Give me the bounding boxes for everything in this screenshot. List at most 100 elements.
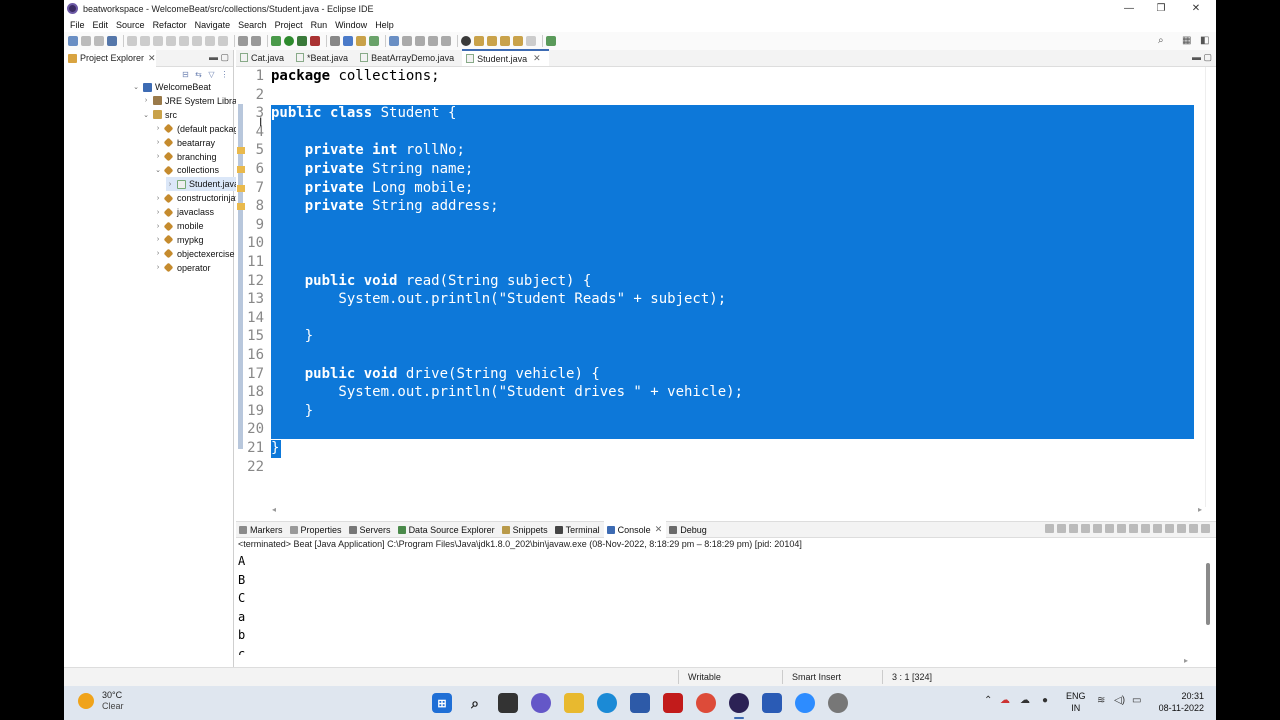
code-line[interactable]: 18 System.out.println("Student drives " … <box>236 383 743 401</box>
search-taskbar-icon[interactable]: ⌕ <box>465 693 485 713</box>
minimize-button[interactable]: — <box>1112 0 1146 17</box>
code-line[interactable]: 13 System.out.println("Student Reads" + … <box>236 290 726 308</box>
menu-source[interactable]: Source <box>116 20 145 30</box>
new-icon[interactable] <box>68 36 78 46</box>
warning-marker-icon[interactable] <box>237 147 245 155</box>
previous-annotation-icon[interactable] <box>487 36 497 46</box>
tab-cat-java[interactable]: Cat.java <box>236 49 292 66</box>
tab-data-source-explorer[interactable]: Data Source Explorer <box>395 521 499 538</box>
editor-view-controls-icon[interactable]: ▬ ▢ <box>1192 52 1212 63</box>
tree-item[interactable]: › mobile <box>154 219 204 233</box>
menu-search[interactable]: Search <box>238 20 267 30</box>
new-server-icon[interactable] <box>330 36 340 46</box>
chevron-right-icon[interactable]: › <box>154 223 162 230</box>
code-line[interactable]: 2 <box>236 86 271 104</box>
show-hidden-icons-icon[interactable]: ⌃ <box>984 695 992 706</box>
menu-window[interactable]: Window <box>335 20 367 30</box>
display-console-icon[interactable] <box>1153 524 1162 533</box>
chat-icon[interactable] <box>531 693 551 713</box>
suspend-icon[interactable] <box>153 36 163 46</box>
remove-all-icon[interactable] <box>1069 524 1078 533</box>
tree-item[interactable]: › operator <box>154 261 211 275</box>
remove-launch-icon[interactable] <box>1057 524 1066 533</box>
wifi-icon[interactable]: ≋ <box>1097 695 1105 706</box>
new-java-project-icon[interactable] <box>343 36 353 46</box>
eclipse-taskbar-icon[interactable] <box>729 693 749 713</box>
next-annotation-icon[interactable] <box>474 36 484 46</box>
chevron-right-icon[interactable]: › <box>154 139 162 146</box>
code-line[interactable]: 15 } <box>236 327 313 345</box>
project-explorer-tab[interactable]: Project Explorer ✕ <box>64 49 156 67</box>
filter-icon[interactable]: ▽ <box>207 70 216 79</box>
scroll-lock-icon[interactable] <box>1093 524 1102 533</box>
chevron-right-icon[interactable]: › <box>154 250 162 257</box>
tree-item[interactable]: › Student.java <box>166 177 240 192</box>
chevron-right-icon[interactable]: › <box>154 125 162 132</box>
tab-student-java[interactable]: Student.java ✕ <box>462 49 549 66</box>
skip-breakpoints-icon[interactable] <box>127 36 137 46</box>
code-line[interactable]: 17 public void drive(String vehicle) { <box>236 365 600 383</box>
chevron-right-icon[interactable]: › <box>154 236 162 243</box>
open-perspective-icon[interactable]: ▦ <box>1182 35 1191 46</box>
tree-item[interactable]: ⌄ collections <box>154 163 219 177</box>
forward-icon[interactable] <box>526 36 536 46</box>
close-icon[interactable]: ✕ <box>148 53 156 64</box>
pin-editor-icon[interactable] <box>546 36 556 46</box>
open-type-icon[interactable] <box>389 36 399 46</box>
windows-start-icon[interactable]: ⊞ <box>432 693 452 713</box>
save-all-icon[interactable] <box>94 36 104 46</box>
tab-markers[interactable]: Markers <box>236 521 287 538</box>
tree-item[interactable]: › beatarray <box>154 136 215 150</box>
language-indicator[interactable]: ENG IN <box>1066 690 1086 714</box>
collapse-all-icon[interactable]: ⊟ <box>181 70 190 79</box>
word-wrap-icon[interactable] <box>1105 524 1114 533</box>
tab-properties[interactable]: Properties <box>287 521 346 538</box>
tree-item[interactable]: › mypkg <box>154 233 204 247</box>
battery-icon[interactable]: ▭ <box>1132 695 1141 706</box>
tree-item[interactable]: › javaclass <box>154 205 214 219</box>
open-console-icon[interactable] <box>1165 524 1174 533</box>
tab-beatarraydemo-java[interactable]: BeatArrayDemo.java <box>356 49 462 66</box>
globe-icon[interactable] <box>461 36 471 46</box>
code-line[interactable]: 6 private String name; <box>236 160 474 178</box>
terminate-icon[interactable] <box>166 36 176 46</box>
console-vertical-scrollbar[interactable] <box>1206 563 1210 625</box>
code-line[interactable]: 14 <box>236 309 271 327</box>
step-return-icon[interactable] <box>218 36 228 46</box>
code-line[interactable]: 11 <box>236 253 271 271</box>
overview-ruler[interactable] <box>1205 67 1214 507</box>
code-line[interactable]: 20 <box>236 420 271 438</box>
code-line[interactable]: 1 package collections; <box>236 67 440 85</box>
pin-console-icon[interactable] <box>1141 524 1150 533</box>
chrome-icon[interactable] <box>696 693 716 713</box>
show-whitespace-icon[interactable] <box>428 36 438 46</box>
menu-run[interactable]: Run <box>311 20 328 30</box>
code-line[interactable]: 21} <box>236 439 279 457</box>
console-horizontal-scrollbar[interactable]: ▸ <box>236 656 1202 666</box>
tree-item[interactable]: ⌄ src <box>142 108 177 122</box>
chevron-right-icon[interactable]: › <box>154 195 162 202</box>
chevron-right-icon[interactable]: › <box>154 209 162 216</box>
volume-icon[interactable]: ◁) <box>1114 695 1125 706</box>
code-line[interactable]: 19 } <box>236 402 313 420</box>
tab-terminal[interactable]: Terminal <box>552 521 604 538</box>
new-package-icon[interactable] <box>356 36 366 46</box>
tab-beat-java[interactable]: *Beat.java <box>292 49 356 66</box>
new-class-icon[interactable] <box>369 36 379 46</box>
disconnect-icon[interactable] <box>179 36 189 46</box>
step-into-icon[interactable] <box>192 36 202 46</box>
maximize-button[interactable]: ❐ <box>1144 0 1178 17</box>
file-explorer-icon[interactable] <box>564 693 584 713</box>
last-edit-icon[interactable] <box>500 36 510 46</box>
settings-gear-icon[interactable] <box>828 693 848 713</box>
pilcrow-icon[interactable] <box>441 36 451 46</box>
tab-debug[interactable]: Debug <box>666 521 711 538</box>
java-perspective-icon[interactable]: ◧ <box>1200 35 1209 46</box>
debug-icon[interactable] <box>271 36 281 46</box>
mcafee-icon[interactable] <box>663 693 683 713</box>
code-line[interactable]: 16 <box>236 346 271 364</box>
store-icon[interactable] <box>630 693 650 713</box>
clear-console-icon[interactable] <box>1081 524 1090 533</box>
view-menu-icon[interactable] <box>1177 524 1186 533</box>
tree-item[interactable]: ⌄ WelcomeBeat <box>132 80 211 94</box>
